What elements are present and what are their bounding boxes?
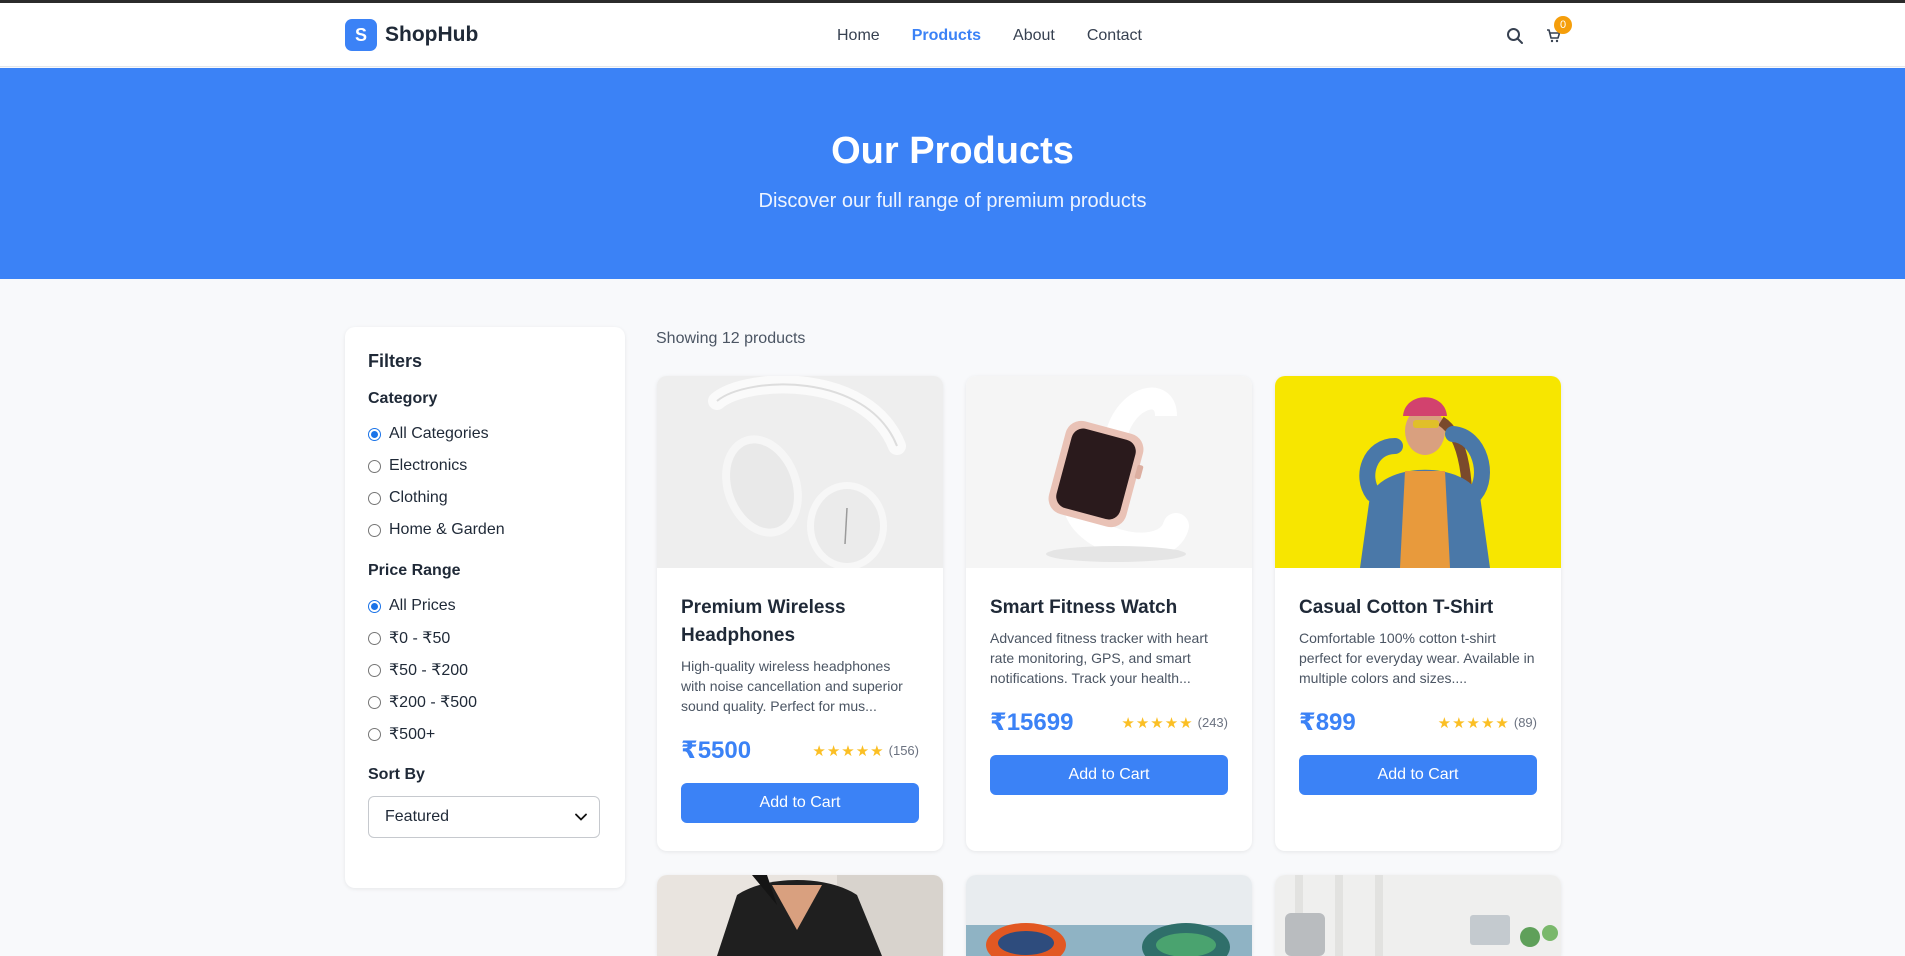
product-rating: ★★★★★ (89) [1438,714,1537,732]
star-icons: ★★★★★ [1121,714,1194,732]
logo-badge: S [345,19,377,51]
radio-button[interactable] [368,491,381,505]
price-option-all[interactable]: All Prices [368,590,602,622]
price-option-50-200[interactable]: ₹50 - ₹200 [368,654,602,686]
review-count: (156) [888,743,919,758]
nav-about[interactable]: About [1013,27,1055,45]
product-title[interactable]: Casual Cotton T-Shirt [1299,594,1537,622]
price-option-label: ₹0 - ₹50 [389,630,451,647]
product-card-partial[interactable] [966,875,1252,956]
category-filter: Category All Categories Electronics Clot… [368,390,602,546]
results-count: Showing 12 products [656,330,806,347]
product-card-partial[interactable] [657,875,943,956]
category-option-home-garden[interactable]: Home & Garden [368,514,602,546]
radio-button[interactable] [368,695,381,709]
logo[interactable]: S ShopHub [345,19,478,51]
product-title[interactable]: Premium Wireless Headphones [681,594,919,650]
product-description: Advanced fitness tracker with heart rate… [990,630,1208,686]
card-body: Premium Wireless Headphones High-quality… [657,568,943,847]
category-option-label: Home & Garden [389,521,505,538]
leather-jacket-image[interactable] [657,875,943,956]
search-icon[interactable] [1504,25,1526,47]
category-option-electronics[interactable]: Electronics [368,450,602,482]
tshirt-model-image[interactable] [1275,376,1561,568]
radio-button[interactable] [368,427,381,441]
price-option-500-plus[interactable]: ₹500+ [368,718,602,750]
card-body: Smart Fitness Watch Advanced fitness tra… [966,568,1252,819]
review-count: (243) [1197,715,1228,730]
radio-button[interactable] [368,459,381,473]
hero-banner: Our Products Discover our full range of … [0,68,1905,279]
price-option-label: ₹200 - ₹500 [389,694,477,711]
category-option-label: Clothing [389,489,448,506]
product-card[interactable]: Casual Cotton T-Shirt Comfortable 100% c… [1275,376,1561,851]
cart-icon[interactable]: 0 [1542,16,1572,47]
filters-title: Filters [368,351,423,371]
chairs-image[interactable] [966,875,1252,956]
add-to-cart-button[interactable]: Add to Cart [1299,755,1537,795]
radio-button[interactable] [368,523,381,537]
star-icons: ★★★★★ [1437,714,1510,732]
product-card[interactable]: Premium Wireless Headphones High-quality… [657,376,943,851]
cart-count-badge: 0 [1554,16,1572,34]
price-filter: Price Range All Prices ₹0 - ₹50 ₹50 - ₹2… [368,562,602,750]
radio-button[interactable] [368,727,381,741]
product-title[interactable]: Smart Fitness Watch [990,594,1228,622]
page-subtitle: Discover our full range of premium produ… [758,190,1147,212]
product-price: ₹15699 [990,709,1074,736]
workspace-image[interactable] [1275,875,1561,956]
nav-actions: 0 [1504,16,1572,47]
nav-home[interactable]: Home [837,27,880,45]
price-row: ₹5500 ★★★★★ (156) [681,736,919,765]
price-title: Price Range [368,562,461,579]
category-option-clothing[interactable]: Clothing [368,482,602,514]
price-row: ₹899 ★★★★★ (89) [1299,708,1537,737]
add-to-cart-button[interactable]: Add to Cart [990,755,1228,795]
product-description: Comfortable 100% cotton t-shirt perfect … [1299,630,1535,686]
product-rating: ★★★★★ (243) [1121,714,1228,732]
card-body: Casual Cotton T-Shirt Comfortable 100% c… [1275,568,1561,819]
price-option-label: ₹50 - ₹200 [389,662,469,679]
product-price: ₹899 [1299,709,1356,736]
main-nav: Home Products About Contact [837,27,1142,45]
radio-button[interactable] [368,599,381,613]
chevron-down-icon [575,808,587,826]
sort-filter: Sort By Featured [368,766,602,838]
product-description: High-quality wireless headphones with no… [681,658,903,714]
radio-button[interactable] [368,631,381,645]
price-option-0-50[interactable]: ₹0 - ₹50 [368,622,602,654]
navbar: S ShopHub Home Products About Contact 0 [0,3,1905,67]
review-count: (89) [1513,715,1537,730]
radio-button[interactable] [368,663,381,677]
star-icons: ★★★★★ [812,742,885,760]
product-price: ₹5500 [681,737,752,764]
nav-products[interactable]: Products [912,27,981,45]
product-rating: ★★★★★ (156) [812,742,919,760]
sort-select[interactable]: Featured [368,796,600,838]
price-option-label: ₹500+ [389,726,436,743]
brand-name: ShopHub [385,23,479,46]
product-card[interactable]: Smart Fitness Watch Advanced fitness tra… [966,376,1252,851]
price-row: ₹15699 ★★★★★ (243) [990,708,1228,737]
price-option-label: All Prices [389,597,456,614]
sort-select-value: Featured [385,808,450,825]
headphones-image[interactable] [657,376,943,568]
category-option-label: All Categories [389,425,489,442]
nav-contact[interactable]: Contact [1087,27,1142,45]
sort-title: Sort By [368,766,425,783]
smartwatch-image[interactable] [966,376,1252,568]
product-card-partial[interactable] [1275,875,1561,956]
filters-panel: Filters Category All Categories Electron… [345,327,625,888]
category-title: Category [368,390,438,407]
category-option-label: Electronics [389,457,468,474]
price-option-200-500[interactable]: ₹200 - ₹500 [368,686,602,718]
add-to-cart-button[interactable]: Add to Cart [681,783,919,823]
category-option-all[interactable]: All Categories [368,418,602,450]
page-title: Our Products [831,130,1074,172]
